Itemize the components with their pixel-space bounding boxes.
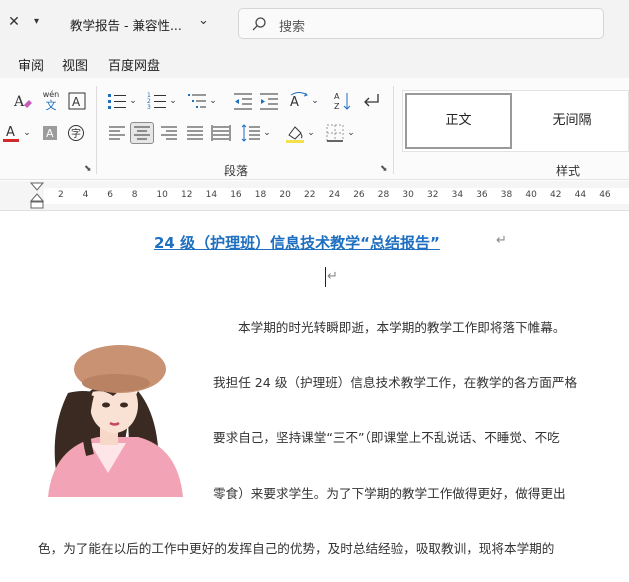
distributed-align-icon[interactable]: [210, 122, 232, 144]
paragraph-line[interactable]: 本学期的时光转瞬即逝，本学期的教学工作即将落下帷幕。: [238, 317, 565, 336]
character-shading-icon[interactable]: A: [40, 122, 60, 144]
ruler-number: 32: [427, 190, 439, 200]
sort-icon[interactable]: AZ: [332, 90, 354, 112]
ribbon-separator: [393, 86, 394, 174]
paragraph-line[interactable]: 色，为了能在以后的工作中更好的发挥自己的优势，及时总结经验，吸取教训，现将本学期…: [38, 538, 554, 557]
close-icon[interactable]: ✕: [6, 14, 22, 30]
enclose-characters-icon[interactable]: 字: [66, 122, 86, 144]
ruler-number: 10: [156, 190, 168, 200]
svg-text:A: A: [13, 94, 25, 110]
ruler-number: 12: [181, 190, 193, 200]
svg-text:字: 字: [71, 127, 81, 140]
text-cursor: [325, 267, 326, 287]
document-heading[interactable]: 24 级（护理班）信息技术教学“总结报告”: [154, 232, 440, 253]
phonetic-char: 文: [45, 99, 57, 112]
ruler-number: 44: [574, 190, 587, 200]
shading-dropdown-icon[interactable]: ⌄: [306, 122, 316, 144]
ruler-number: 14: [205, 190, 218, 200]
search-box[interactable]: 搜索: [238, 8, 604, 39]
indent-marker-icon[interactable]: [30, 182, 44, 210]
line-spacing-icon[interactable]: [240, 122, 262, 144]
svg-text:A: A: [290, 95, 299, 110]
svg-text:A: A: [46, 127, 54, 140]
styles-gallery: 正文 无间隔: [402, 90, 629, 152]
ruler-number: 30: [402, 190, 414, 200]
ruler-number: 6: [107, 190, 113, 200]
search-placeholder: 搜索: [279, 20, 306, 35]
svg-text:3: 3: [147, 104, 151, 111]
chinese-layout-icon[interactable]: A: [288, 90, 310, 112]
character-border-icon[interactable]: A: [67, 90, 87, 112]
ruler-number: 40: [525, 190, 537, 200]
tab-review[interactable]: 审阅: [18, 55, 44, 74]
svg-text:A: A: [334, 92, 340, 101]
align-center-button[interactable]: [130, 122, 154, 144]
quick-access-chevron-icon[interactable]: ▾: [34, 14, 48, 30]
align-right-icon[interactable]: [158, 122, 180, 144]
clear-formatting-icon[interactable]: A: [12, 90, 34, 112]
ruler-number: 18: [254, 190, 267, 200]
align-left-icon[interactable]: [106, 122, 128, 144]
ribbon-separator: [96, 86, 97, 174]
phonetic-guide-icon[interactable]: wén 文: [40, 90, 62, 112]
styles-group-label: 样式: [556, 164, 581, 178]
increase-indent-icon[interactable]: [258, 90, 280, 112]
ruler-number: 22: [304, 190, 316, 200]
font-color-dropdown-icon[interactable]: ⌄: [22, 122, 32, 144]
style-no-spacing[interactable]: 无间隔: [517, 93, 627, 149]
paragraph-line[interactable]: 要求自己，坚持课堂“三不”（即课堂上不乱说话、不睡觉、不吃: [213, 427, 560, 446]
ruler-number: 2: [58, 190, 64, 200]
ruler-number: 28: [377, 190, 390, 200]
phonetic-pinyin: wén: [42, 90, 60, 99]
document-page[interactable]: 24 级（护理班）信息技术教学“总结报告” ↵ ↵ 本学期的时光转瞬即逝，本学期…: [0, 211, 629, 582]
ruler-number: 46: [599, 190, 611, 200]
ruler-number: 16: [230, 190, 242, 200]
svg-text:A: A: [6, 125, 15, 140]
justify-icon[interactable]: [184, 122, 206, 144]
ruler-number: 24: [328, 190, 341, 200]
show-paragraph-marks-icon[interactable]: [360, 90, 382, 112]
ruler-number: 4: [82, 190, 89, 200]
tab-view[interactable]: 视图: [62, 55, 88, 74]
paragraph-line[interactable]: 零食）来要求学生。为了下学期的教学工作做得更好，做得更出: [213, 483, 566, 502]
search-icon: [252, 17, 266, 31]
paragraph-dialog-launcher-icon[interactable]: ⬊: [380, 164, 388, 174]
ribbon: A wén 文 A A ⌄ A 字 ⌄ 123 ⌄ ⌄ A ⌄ AZ ⌄ ⌄ ⌄…: [0, 78, 629, 180]
borders-dropdown-icon[interactable]: ⌄: [346, 122, 356, 144]
title-bar: ✕ ▾ 教学报告 - 兼容性... ⌄ 搜索: [0, 0, 629, 48]
document-title[interactable]: 教学报告 - 兼容性...: [70, 15, 182, 34]
ruler-number: 36: [476, 190, 488, 200]
ruler-number: 8: [131, 190, 138, 200]
chinese-layout-dropdown-icon[interactable]: ⌄: [310, 90, 320, 112]
paragraph-mark: ↵: [496, 233, 507, 248]
ruler-number: 38: [500, 190, 513, 200]
ruler-number: 20: [279, 190, 291, 200]
menu-bar: 审阅 视图 百度网盘: [0, 48, 629, 78]
multilevel-dropdown-icon[interactable]: ⌄: [208, 90, 218, 112]
numbering-dropdown-icon[interactable]: ⌄: [168, 90, 178, 112]
multilevel-list-icon[interactable]: [186, 90, 208, 112]
paragraph-group-label: 段落: [224, 164, 249, 178]
shading-icon[interactable]: [284, 122, 306, 144]
paragraph-line[interactable]: 我担任 24 级（护理班）信息技术教学工作，在教学的各方面严格: [213, 372, 577, 391]
font-dialog-launcher-icon[interactable]: ⬊: [84, 164, 92, 174]
bullets-dropdown-icon[interactable]: ⌄: [128, 90, 138, 112]
ruler-number: 26: [353, 190, 365, 200]
svg-text:Z: Z: [334, 102, 340, 111]
line-spacing-dropdown-icon[interactable]: ⌄: [262, 122, 272, 144]
bullets-icon[interactable]: [106, 90, 128, 112]
svg-text:A: A: [72, 95, 81, 109]
borders-icon[interactable]: [324, 122, 346, 144]
title-chevron-down-icon[interactable]: ⌄: [198, 13, 209, 28]
ruler-number: 42: [550, 190, 562, 200]
paragraph-mark: ↵: [327, 269, 338, 284]
font-color-icon[interactable]: A: [2, 122, 22, 144]
decrease-indent-icon[interactable]: [232, 90, 254, 112]
horizontal-ruler: 2 4 6 8 10 12 14 16 18 20 22 24 26 28 30 32 34 36 38 40 42 44…: [0, 181, 629, 211]
style-normal[interactable]: 正文: [405, 93, 512, 149]
tab-baidu-netdisk[interactable]: 百度网盘: [108, 55, 160, 74]
girl-illustration: [48, 345, 183, 497]
numbering-icon[interactable]: 123: [146, 90, 168, 112]
ruler-number: 34: [451, 190, 464, 200]
